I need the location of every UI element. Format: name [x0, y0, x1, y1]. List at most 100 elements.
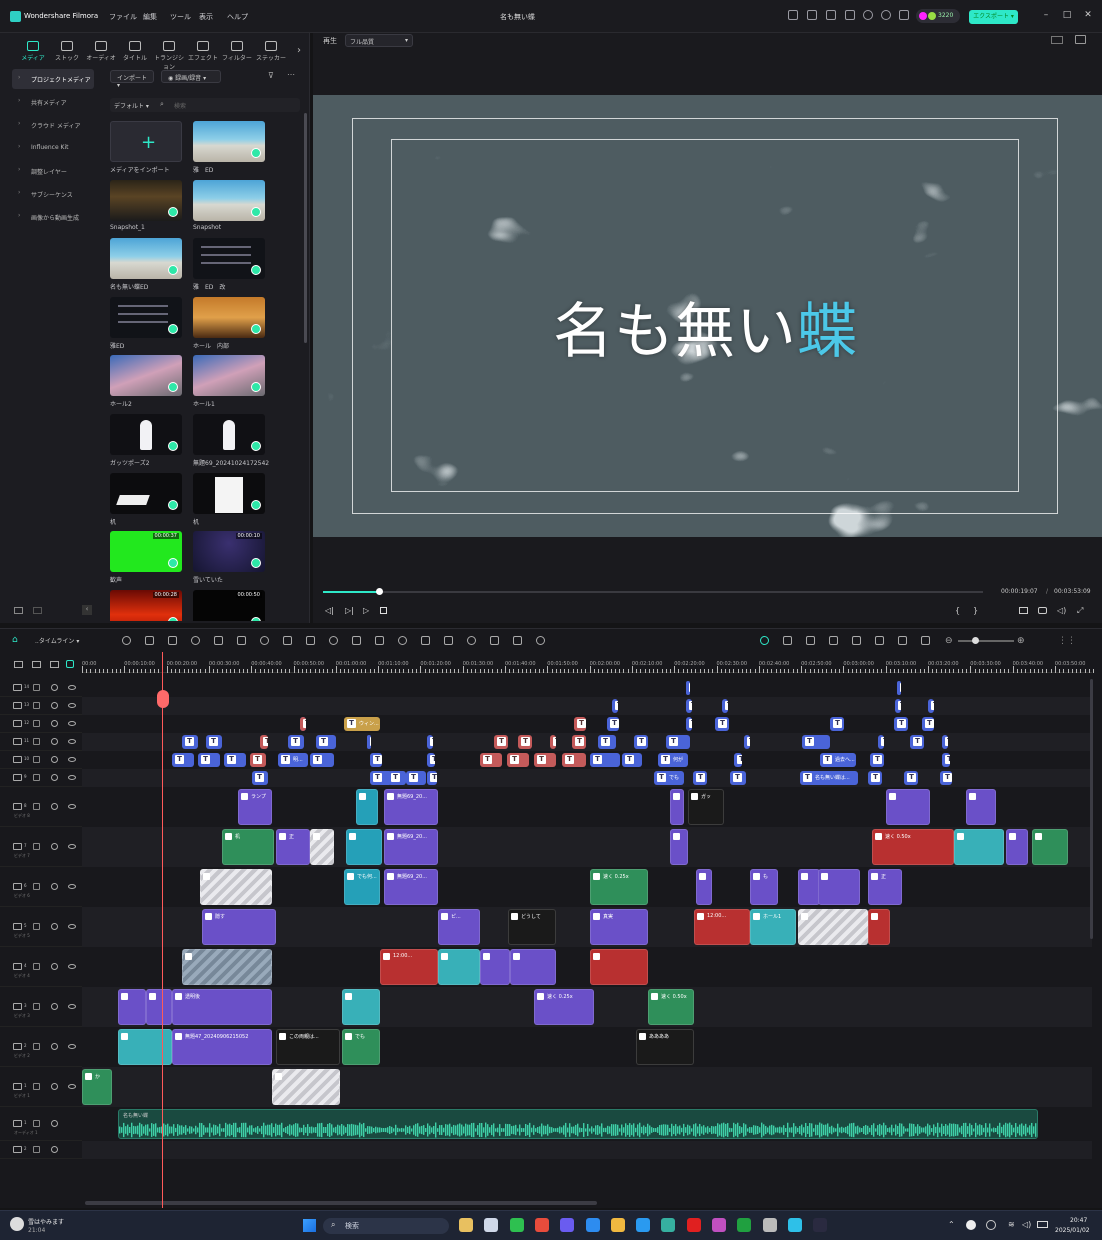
- taskbar-app-icon[interactable]: [484, 1218, 499, 1232]
- media-item[interactable]: 机: [110, 472, 184, 531]
- mute-icon[interactable]: [51, 1003, 58, 1010]
- video-clip[interactable]: [798, 909, 868, 945]
- side-nav-item[interactable]: クラウド メディア: [12, 115, 94, 135]
- audio-clip[interactable]: 名も無い蝶: [118, 1109, 1038, 1139]
- title-clip[interactable]: [686, 717, 692, 731]
- mute-icon[interactable]: [51, 720, 58, 727]
- video-clip[interactable]: どうして: [508, 909, 556, 945]
- mic-icon[interactable]: [852, 636, 861, 645]
- side-nav-item[interactable]: プロジェクトメディア: [12, 69, 94, 89]
- video-clip[interactable]: 正: [276, 829, 310, 865]
- title-clip[interactable]: [686, 699, 692, 713]
- redo-icon[interactable]: [191, 636, 200, 645]
- taskbar-app-icon[interactable]: [636, 1218, 651, 1232]
- title-clip[interactable]: [734, 753, 742, 767]
- more-icon[interactable]: ⋯: [287, 70, 295, 79]
- taskbar-search[interactable]: 検索: [323, 1218, 449, 1234]
- video-clip[interactable]: [590, 949, 648, 985]
- visibility-icon[interactable]: [68, 721, 76, 726]
- title-clip[interactable]: [260, 735, 268, 749]
- lock-icon[interactable]: [33, 1120, 40, 1127]
- video-clip[interactable]: 真実: [590, 909, 648, 945]
- cloud-icon[interactable]: [863, 10, 873, 20]
- media-item[interactable]: ホール 内部: [193, 296, 267, 355]
- credit-badge[interactable]: 3220: [916, 9, 960, 23]
- keyframe-icon[interactable]: [375, 636, 384, 645]
- title-clip[interactable]: [940, 771, 952, 785]
- title-clip[interactable]: [480, 753, 502, 767]
- crop-icon[interactable]: [260, 636, 269, 645]
- lock-icon[interactable]: [33, 923, 40, 930]
- title-clip[interactable]: [310, 753, 334, 767]
- snap-icon[interactable]: [66, 660, 74, 668]
- media-scrollbar[interactable]: [304, 113, 307, 343]
- zoom-in-icon[interactable]: ⊕: [1017, 636, 1025, 646]
- taskbar-app-icon[interactable]: [585, 1218, 600, 1232]
- mix-icon[interactable]: [875, 636, 884, 645]
- side-nav-item[interactable]: 調整レイヤー: [12, 161, 94, 181]
- media-item[interactable]: 00:00:50: [193, 589, 267, 621]
- title-clip[interactable]: [666, 735, 690, 749]
- save-icon[interactable]: [845, 10, 855, 20]
- media-item[interactable]: 00:00:37 歓声: [110, 531, 184, 589]
- support-icon[interactable]: [881, 10, 891, 20]
- layout-icon[interactable]: [826, 10, 836, 20]
- video-clip[interactable]: [182, 949, 272, 985]
- title-clip[interactable]: [550, 735, 556, 749]
- tab-stock[interactable]: ストック: [51, 39, 83, 65]
- record-dropdown[interactable]: ◉ 録画/録音 ▾: [161, 70, 221, 83]
- lock-icon[interactable]: [33, 963, 40, 970]
- video-clip[interactable]: か: [82, 1069, 112, 1105]
- video-preview[interactable]: 名も無い蝶: [313, 95, 1102, 537]
- mute-icon[interactable]: [51, 1120, 58, 1127]
- video-clip[interactable]: ホール1: [750, 909, 796, 945]
- visibility-icon[interactable]: [68, 924, 76, 929]
- sort-dropdown[interactable]: デフォルト ▾: [114, 101, 149, 110]
- video-clip[interactable]: 無題69_20...: [384, 789, 438, 825]
- timeline-selector[interactable]: ..タイムライン ▾: [35, 636, 79, 645]
- video-clip[interactable]: [966, 789, 996, 825]
- delete-icon[interactable]: [214, 636, 223, 645]
- start-icon[interactable]: [303, 1219, 316, 1232]
- video-clip[interactable]: この両親は...: [276, 1029, 340, 1065]
- video-clip[interactable]: [818, 869, 860, 905]
- title-clip[interactable]: [897, 681, 901, 695]
- mute-icon[interactable]: [51, 923, 58, 930]
- minimize-icon[interactable]: –: [1040, 10, 1052, 22]
- playhead-handle[interactable]: [157, 690, 169, 708]
- taskbar-app-icon[interactable]: [661, 1218, 676, 1232]
- video-clip[interactable]: 正: [868, 869, 902, 905]
- visibility-icon[interactable]: [68, 1044, 76, 1049]
- title-clip[interactable]: [518, 735, 532, 749]
- group-icon[interactable]: [513, 636, 522, 645]
- title-clip[interactable]: [182, 735, 198, 749]
- link-icon[interactable]: [32, 661, 41, 668]
- title-clip[interactable]: [910, 735, 924, 749]
- home-icon[interactable]: ⌂: [12, 635, 18, 645]
- ai-icon[interactable]: [398, 636, 407, 645]
- time-ruler[interactable]: 00:00 00:00:10:00 00:00:20:00 00:00:30:00 00…: [82, 657, 1094, 673]
- title-clip[interactable]: 何が: [658, 753, 688, 767]
- zoom-knob[interactable]: [972, 637, 979, 644]
- menu-tools[interactable]: ツール: [170, 12, 191, 22]
- menu-help[interactable]: ヘルプ: [227, 12, 248, 22]
- video-clip[interactable]: ピ...: [438, 909, 480, 945]
- media-search-input[interactable]: 検索: [174, 101, 186, 110]
- tray-clock-icon[interactable]: [986, 1220, 996, 1230]
- notes-icon[interactable]: [807, 10, 817, 20]
- filter-icon[interactable]: ⊽: [268, 71, 274, 80]
- taskbar-app-icon[interactable]: [787, 1218, 802, 1232]
- media-item[interactable]: 雅 ED: [193, 121, 267, 179]
- title-clip[interactable]: [224, 753, 246, 767]
- quality-dropdown[interactable]: フル品質 ▾: [345, 34, 413, 47]
- taskbar-app-icon[interactable]: [686, 1218, 701, 1232]
- undo-icon[interactable]: [168, 636, 177, 645]
- title-clip[interactable]: [895, 699, 901, 713]
- visibility-icon[interactable]: [68, 775, 76, 780]
- taskbar-app-icon[interactable]: [712, 1218, 726, 1232]
- video-clip[interactable]: [886, 789, 930, 825]
- video-clip[interactable]: [356, 789, 378, 825]
- tabs-next-icon[interactable]: ›: [297, 45, 301, 56]
- title-clip[interactable]: [942, 735, 948, 749]
- mute-icon[interactable]: [51, 774, 58, 781]
